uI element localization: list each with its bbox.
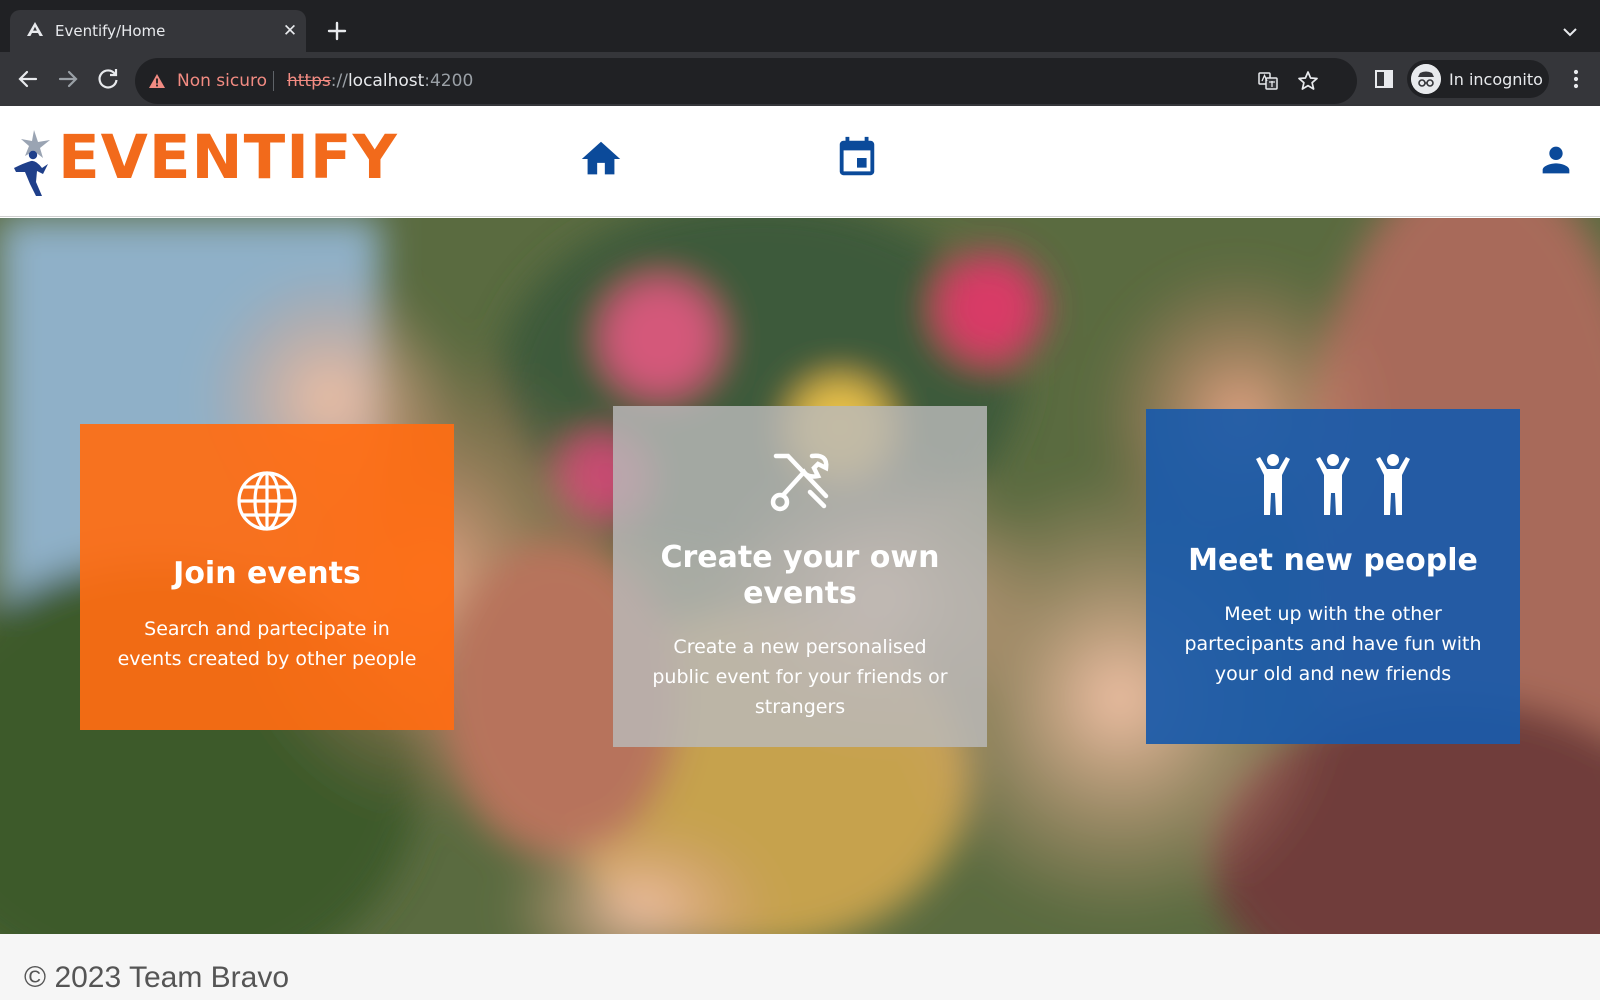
browser-toolbar: Non sicuro https://localhost:4200 In inc… bbox=[0, 52, 1600, 106]
card-title: Join events bbox=[173, 556, 361, 591]
incognito-chip[interactable]: In incognito bbox=[1407, 60, 1549, 98]
incognito-label: In incognito bbox=[1449, 70, 1543, 89]
card-join-events[interactable]: Join events Search and partecipate in ev… bbox=[80, 424, 454, 730]
people-icon bbox=[1256, 454, 1410, 515]
incognito-icon bbox=[1411, 64, 1441, 94]
new-tab-icon[interactable] bbox=[324, 18, 350, 44]
browser-tab-strip: Eventify/Home ✕ bbox=[0, 0, 1600, 52]
url-separator: :// bbox=[330, 71, 348, 91]
logo-figure-icon[interactable] bbox=[12, 128, 56, 198]
page-footer: © 2023 Team Bravo bbox=[0, 934, 1600, 1000]
angular-logo-icon bbox=[27, 22, 43, 36]
url-scheme: https bbox=[287, 71, 331, 91]
security-label[interactable]: Non sicuro bbox=[177, 71, 267, 91]
reload-icon[interactable] bbox=[94, 65, 122, 93]
card-title: Meet new people bbox=[1188, 543, 1478, 578]
side-panel-icon[interactable] bbox=[1373, 68, 1395, 90]
warning-icon bbox=[149, 74, 165, 88]
card-description: Meet up with the other partecipants and … bbox=[1184, 603, 1482, 685]
browser-tab[interactable]: Eventify/Home ✕ bbox=[10, 10, 306, 52]
tab-list-icon[interactable] bbox=[1560, 22, 1580, 42]
tools-icon bbox=[770, 453, 829, 512]
url-text[interactable]: https://localhost:4200 bbox=[287, 71, 473, 91]
card-description: Create a new personalised public event f… bbox=[652, 636, 948, 718]
close-tab-icon[interactable]: ✕ bbox=[280, 21, 300, 41]
star-icon[interactable] bbox=[1297, 70, 1319, 92]
back-icon[interactable] bbox=[14, 65, 42, 93]
hero-section: Join events Search and partecipate in ev… bbox=[0, 218, 1600, 934]
address-bar[interactable]: Non sicuro https://localhost:4200 bbox=[135, 58, 1357, 104]
home-icon[interactable] bbox=[578, 136, 624, 182]
card-meet-people[interactable]: Meet new people Meet up with the other p… bbox=[1146, 409, 1520, 744]
forward-icon[interactable] bbox=[54, 65, 82, 93]
more-menu-icon[interactable] bbox=[1566, 67, 1586, 91]
translate-icon[interactable] bbox=[1257, 70, 1279, 92]
app-header: EVENTIFY bbox=[0, 106, 1600, 217]
calendar-icon[interactable] bbox=[834, 134, 880, 182]
card-title: Create your own events bbox=[660, 540, 940, 611]
tab-title: Eventify/Home bbox=[55, 22, 166, 40]
url-port: :4200 bbox=[424, 71, 474, 91]
card-create-events[interactable]: Create your own events Create a new pers… bbox=[613, 406, 987, 747]
person-icon[interactable] bbox=[1536, 140, 1576, 180]
globe-icon bbox=[237, 471, 297, 531]
omnibox-divider bbox=[273, 71, 274, 91]
footer-copyright: © 2023 Team Bravo bbox=[24, 961, 290, 994]
logo-text[interactable]: EVENTIFY bbox=[58, 122, 398, 194]
url-host: localhost bbox=[347, 71, 425, 91]
card-description: Search and partecipate in events created… bbox=[117, 618, 417, 670]
